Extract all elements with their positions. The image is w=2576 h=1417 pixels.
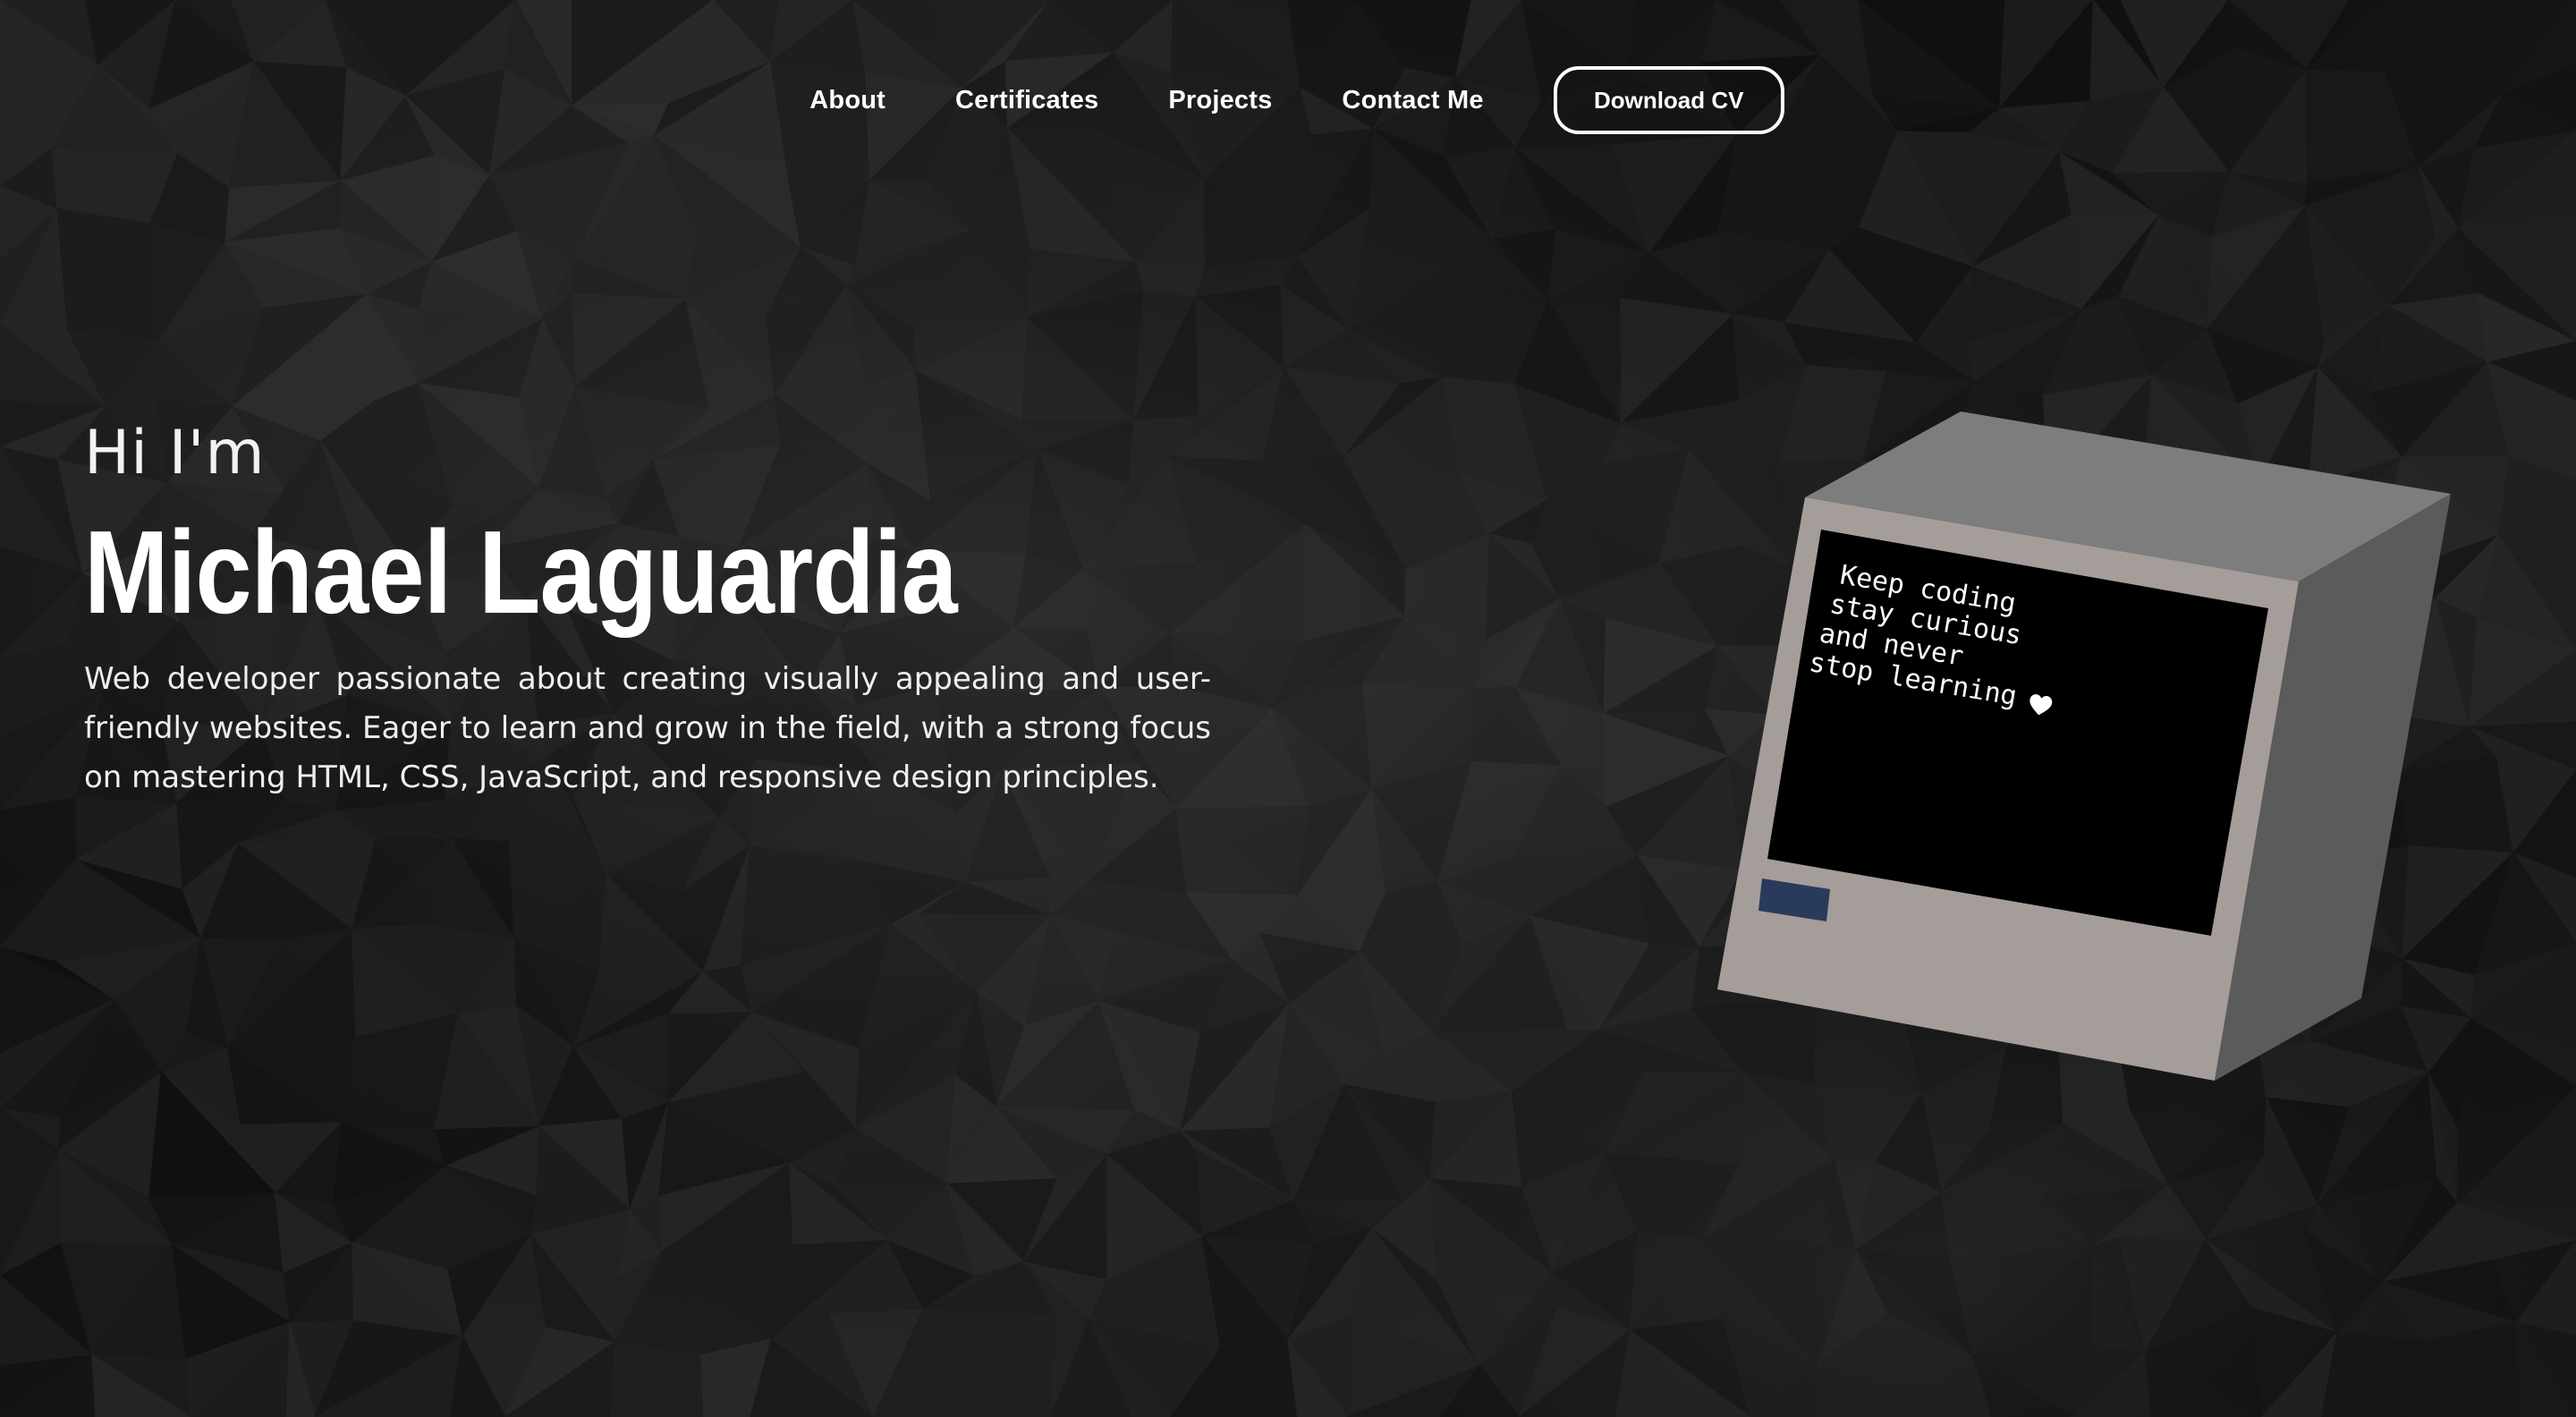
nav-menu: About Certificates Projects Contact Me D… xyxy=(809,66,1784,134)
hero-name: Michael Laguardia xyxy=(84,506,958,638)
nav-link-contact-me[interactable]: Contact Me xyxy=(1342,86,1483,115)
nav-link-projects[interactable]: Projects xyxy=(1168,86,1272,115)
top-navigation: About Certificates Projects Contact Me D… xyxy=(0,63,2576,138)
download-cv-button[interactable]: Download CV xyxy=(1553,66,1784,134)
hero-greeting: Hi I'm xyxy=(84,418,266,488)
hero-section: Hi I'm Michael Laguardia Web developer p… xyxy=(84,413,1211,802)
nav-link-about[interactable]: About xyxy=(809,86,886,115)
nav-link-certificates[interactable]: Certificates xyxy=(955,86,1098,115)
hero-bio: Web developer passionate about creating … xyxy=(84,661,1211,795)
retro-computer-illustration: Keep coding stay curious and never stop … xyxy=(1717,412,2451,1081)
